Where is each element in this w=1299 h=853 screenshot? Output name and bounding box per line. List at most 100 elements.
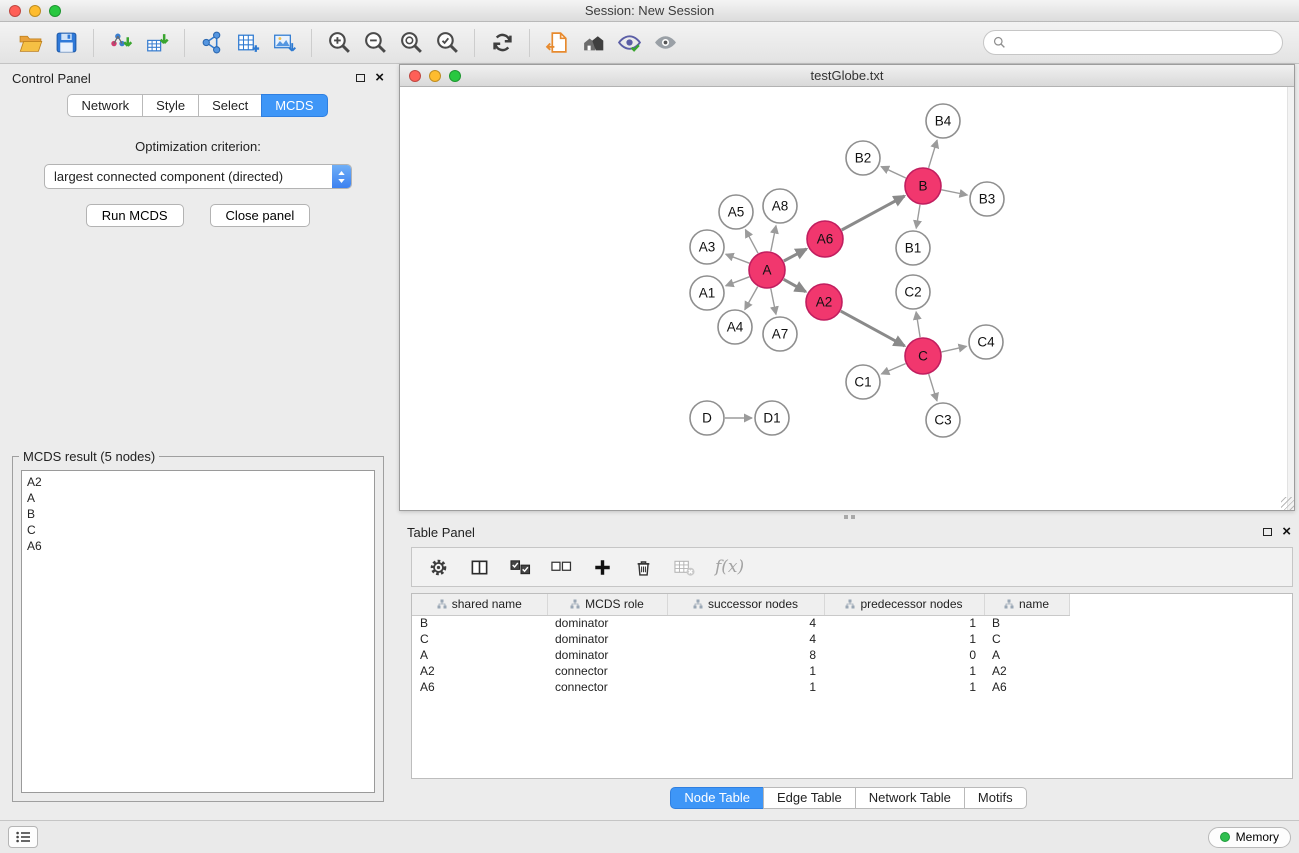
home-button[interactable]: [575, 26, 611, 60]
graph-edge-C-C2[interactable]: [916, 312, 920, 337]
minimize-window-button[interactable]: [29, 5, 41, 17]
graph-edge-A6-B[interactable]: [842, 196, 905, 230]
mcds-result-item[interactable]: C: [27, 522, 369, 538]
table-cell[interactable]: connector: [547, 679, 667, 695]
table-cell[interactable]: 4: [667, 631, 824, 647]
table-tab-edge-table[interactable]: Edge Table: [763, 787, 856, 809]
column-header-shared-name[interactable]: shared name: [412, 594, 547, 615]
close-panel-button[interactable]: Close panel: [210, 204, 311, 227]
graph-node-C3[interactable]: C3: [926, 403, 960, 437]
delete-table-button[interactable]: [674, 552, 695, 582]
graph-node-C4[interactable]: C4: [969, 325, 1003, 359]
graph-edge-A-A8[interactable]: [771, 226, 776, 252]
graph-edge-B-B3[interactable]: [942, 190, 968, 195]
graph-edge-A-A2[interactable]: [784, 279, 806, 291]
optimization-criterion-dropdown[interactable]: largest connected component (directed): [44, 164, 352, 189]
function-builder-button[interactable]: f(x): [715, 557, 744, 577]
mcds-result-item[interactable]: B: [27, 506, 369, 522]
mcds-result-list[interactable]: A2ABCA6: [21, 470, 375, 793]
table-cell[interactable]: 1: [667, 663, 824, 679]
table-cell[interactable]: 1: [824, 679, 984, 695]
graph-edge-A-A3[interactable]: [726, 254, 750, 263]
graph-node-A2[interactable]: A2: [806, 284, 842, 320]
graph-edge-A-A5[interactable]: [745, 230, 758, 254]
zoom-out-button[interactable]: [357, 26, 393, 60]
graph-node-A3[interactable]: A3: [690, 230, 724, 264]
table-cell[interactable]: connector: [547, 663, 667, 679]
columns-button[interactable]: [469, 552, 490, 582]
add-row-button[interactable]: [592, 552, 613, 582]
graph-edge-B-B2[interactable]: [881, 167, 906, 179]
mcds-result-item[interactable]: A6: [27, 538, 369, 554]
graph-node-C1[interactable]: C1: [846, 365, 880, 399]
column-header-MCDS-role[interactable]: MCDS role: [547, 594, 667, 615]
table-cell[interactable]: 4: [667, 615, 824, 631]
folder-open-button[interactable]: [12, 26, 48, 60]
table-tab-node-table[interactable]: Node Table: [670, 787, 764, 809]
close-table-panel-icon[interactable]: ×: [1282, 526, 1291, 538]
table-cell[interactable]: A6: [984, 679, 1069, 695]
graph-node-B3[interactable]: B3: [970, 182, 1004, 216]
table-cell[interactable]: B: [412, 615, 547, 631]
delete-row-button[interactable]: [633, 552, 654, 582]
table-cell[interactable]: dominator: [547, 615, 667, 631]
table-row[interactable]: A6connector11A6: [412, 679, 1069, 695]
table-cell[interactable]: A2: [412, 663, 547, 679]
clear-selection-button[interactable]: [551, 552, 572, 582]
table-cell[interactable]: C: [984, 631, 1069, 647]
table-cell[interactable]: dominator: [547, 647, 667, 663]
table-cell[interactable]: 8: [667, 647, 824, 663]
graph-node-B1[interactable]: B1: [896, 231, 930, 265]
run-mcds-button[interactable]: Run MCDS: [86, 204, 184, 227]
show-details-button[interactable]: [611, 26, 647, 60]
tab-style[interactable]: Style: [142, 94, 199, 117]
graph-node-A[interactable]: A: [749, 252, 785, 288]
graph-node-A6[interactable]: A6: [807, 221, 843, 257]
table-cell[interactable]: 1: [824, 615, 984, 631]
table-tab-network-table[interactable]: Network Table: [855, 787, 965, 809]
graph-edge-A-A7[interactable]: [771, 289, 776, 315]
graph-node-B2[interactable]: B2: [846, 141, 880, 175]
resize-handle-icon[interactable]: [1281, 497, 1294, 510]
tab-select[interactable]: Select: [198, 94, 262, 117]
table-cell[interactable]: A2: [984, 663, 1069, 679]
network-window-titlebar[interactable]: testGlobe.txt: [400, 65, 1294, 87]
zoom-in-button[interactable]: [321, 26, 357, 60]
canvas-scrollbar[interactable]: [1287, 87, 1294, 510]
table-cell[interactable]: 1: [824, 631, 984, 647]
graph-edge-B-B4[interactable]: [929, 140, 938, 168]
hide-details-button[interactable]: [647, 26, 683, 60]
graph-node-A5[interactable]: A5: [719, 195, 753, 229]
graph-edge-A2-C[interactable]: [841, 311, 905, 346]
table-row[interactable]: Cdominator41C: [412, 631, 1069, 647]
graph-edge-C-C4[interactable]: [942, 346, 967, 352]
tab-network[interactable]: Network: [67, 94, 143, 117]
import-network-button[interactable]: [103, 26, 139, 60]
graph-node-B[interactable]: B: [905, 168, 941, 204]
table-cell[interactable]: dominator: [547, 631, 667, 647]
select-all-button[interactable]: [510, 552, 531, 582]
graph-node-A7[interactable]: A7: [763, 317, 797, 351]
refresh-layout-button[interactable]: [484, 26, 520, 60]
memory-button[interactable]: Memory: [1208, 827, 1291, 848]
network-graph[interactable]: B4B2BB3A8A5A6A3B1AC2A1A2A4A7C4CC1DD1C3: [400, 87, 1294, 510]
graph-node-D[interactable]: D: [690, 401, 724, 435]
table-row[interactable]: A2connector11A2: [412, 663, 1069, 679]
mcds-result-item[interactable]: A: [27, 490, 369, 506]
table-cell[interactable]: A: [412, 647, 547, 663]
graph-node-A1[interactable]: A1: [690, 276, 724, 310]
task-history-button[interactable]: [8, 826, 38, 848]
graph-node-C[interactable]: C: [905, 338, 941, 374]
graph-edge-C-C1[interactable]: [881, 364, 905, 374]
float-panel-icon[interactable]: [356, 74, 365, 82]
column-header-predecessor-nodes[interactable]: predecessor nodes: [824, 594, 984, 615]
table-cell[interactable]: B: [984, 615, 1069, 631]
column-header-name[interactable]: name: [984, 594, 1069, 615]
network-minimize-button[interactable]: [429, 70, 441, 82]
graph-edge-A-A1[interactable]: [726, 277, 750, 286]
graph-node-D1[interactable]: D1: [755, 401, 789, 435]
settings-gear-button[interactable]: [428, 552, 449, 582]
network-canvas[interactable]: B4B2BB3A8A5A6A3B1AC2A1A2A4A7C4CC1DD1C3: [400, 87, 1294, 510]
zoom-window-button[interactable]: [49, 5, 61, 17]
table-cell[interactable]: A: [984, 647, 1069, 663]
